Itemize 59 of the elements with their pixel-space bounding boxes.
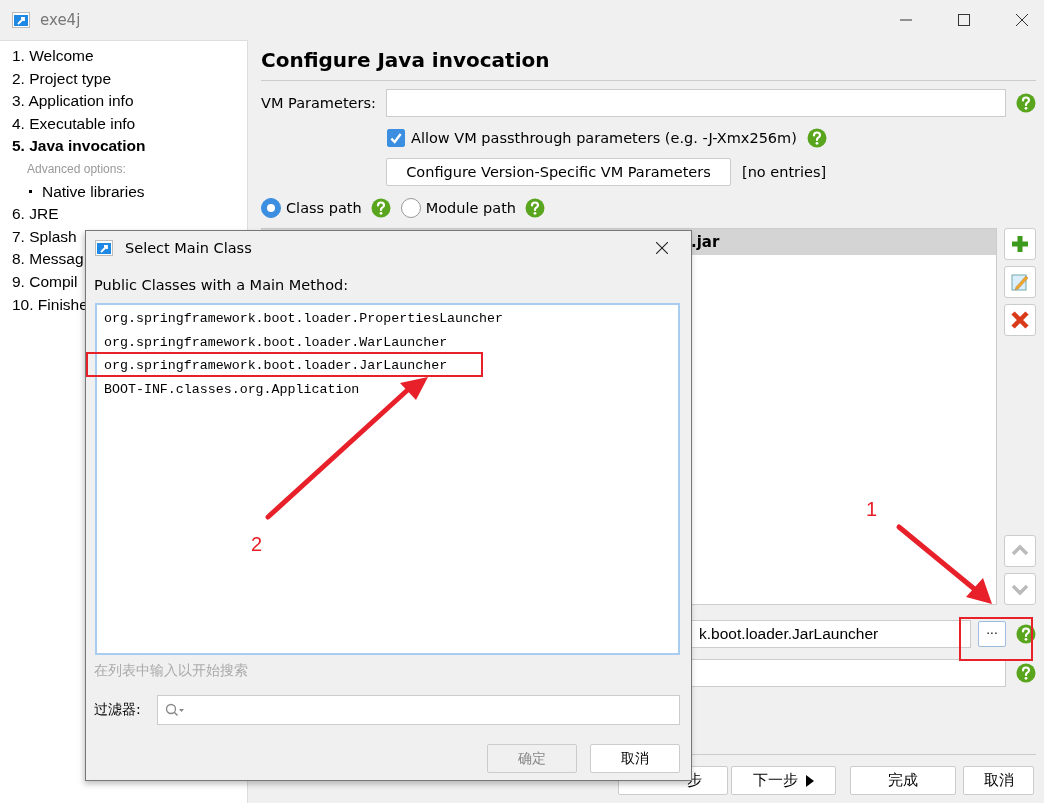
sidebar-item[interactable]: 8. Messag (12, 248, 84, 271)
sidebar-item[interactable]: 1. Welcome (12, 45, 94, 68)
field-label: VM Parameters: (261, 95, 377, 111)
browse-button[interactable]: ··· (978, 621, 1006, 647)
entries-status: [no entries] (742, 164, 827, 180)
sidebar-item[interactable]: 5. Java invocation (12, 135, 146, 158)
list-label: Public Classes with a Main Method: (94, 276, 350, 295)
add-button[interactable] (1004, 228, 1036, 260)
help-icon (806, 128, 827, 148)
radio-label: Class path (286, 200, 362, 216)
sidebar-item[interactable]: Native libraries (42, 180, 145, 204)
search-hint: 在列表中输入以开始搜索 (94, 662, 249, 680)
help-icon (1016, 93, 1036, 113)
sidebar-item[interactable]: 9. Compil (12, 270, 78, 294)
help-icon (1016, 624, 1036, 644)
delete-button[interactable] (1004, 304, 1036, 336)
edit-icon (1010, 272, 1030, 292)
list-item[interactable]: org.springframework.boot.loader.WarLauncher (104, 330, 448, 354)
search-icon (165, 703, 185, 717)
filter-field[interactable] (157, 695, 680, 725)
annotation-number: 2 (251, 533, 263, 555)
help-icon (525, 198, 546, 218)
sidebar-item[interactable]: 7. Splash (12, 225, 77, 249)
radio-button[interactable] (400, 198, 421, 218)
nav-button[interactable]: 完成 (850, 766, 956, 795)
edit-button[interactable] (1004, 266, 1036, 298)
page-title: Configure Java invocation (261, 40, 1036, 81)
move-up-button[interactable] (1004, 535, 1036, 567)
close-icon[interactable] (1016, 14, 1028, 26)
radio-label: Module path (425, 200, 517, 216)
dialog-button[interactable]: 取消 (590, 744, 680, 773)
section-caption: Advanced options: (26, 160, 126, 178)
filter-label: 过滤器: (94, 701, 142, 719)
annotation-number: 1 (866, 498, 878, 520)
checkbox[interactable] (387, 129, 405, 147)
list-item[interactable]: BOOT-INF.classes.org.Application (104, 377, 360, 401)
move-down-button[interactable] (1004, 573, 1036, 605)
sidebar-item[interactable]: 4. Executable info (12, 112, 136, 136)
bullet-icon (29, 190, 32, 194)
input-field[interactable] (386, 89, 1006, 117)
help-icon (370, 198, 391, 218)
nav-button[interactable]: 下一步 (731, 766, 836, 795)
list-item[interactable]: org.springframework.boot.loader.JarLauncher (104, 354, 448, 378)
checkbox-label: Allow VM passthrough parameters (e.g. -J-Xmx256m) (411, 130, 797, 146)
plus-icon (1010, 234, 1030, 254)
configure-button[interactable]: Configure Version-Specific VM Parameters (386, 158, 731, 186)
delete-icon (1010, 310, 1030, 330)
sidebar-item[interactable]: 3. Application info (12, 90, 134, 113)
help-icon (1016, 663, 1036, 683)
dialog-title: Select Main Class (125, 240, 252, 256)
window-title: exe4j (40, 11, 81, 29)
maximize-icon[interactable] (958, 14, 970, 26)
nav-button[interactable]: 取消 (963, 766, 1034, 795)
list-item[interactable]: org.springframework.boot.loader.PropertiesLauncher (104, 307, 503, 331)
radio-button[interactable] (261, 198, 281, 218)
sidebar-item[interactable]: 6. JRE (12, 203, 59, 226)
triangle-icon (806, 774, 814, 787)
close-icon[interactable] (656, 242, 668, 254)
sidebar-item[interactable]: 2. Project type (12, 67, 112, 91)
